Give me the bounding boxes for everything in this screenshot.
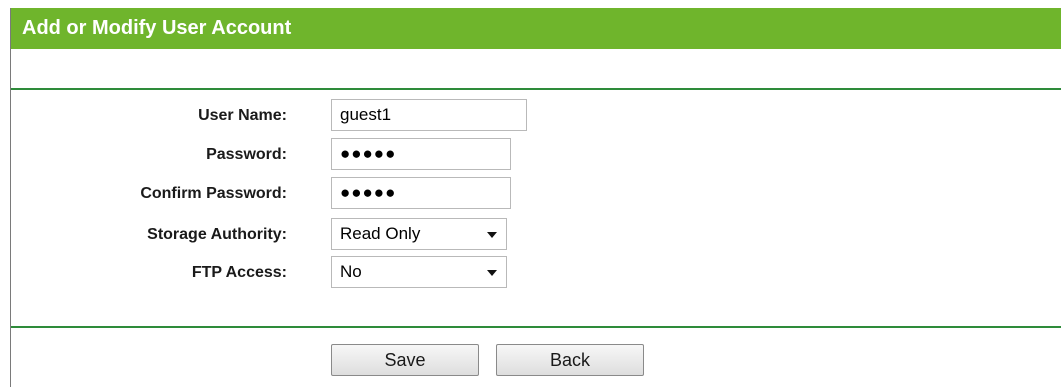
password-input[interactable]: ●●●●● — [331, 138, 511, 170]
password-label: Password: — [206, 146, 287, 163]
password-row: Password: ●●●●● — [11, 138, 611, 172]
back-button[interactable]: Back — [496, 344, 644, 376]
ftp-access-row: FTP Access: No — [11, 256, 611, 290]
user-name-row: User Name: guest1 — [11, 99, 611, 133]
storage-authority-row: Storage Authority: Read Only — [11, 218, 611, 252]
user-name-label: User Name: — [198, 107, 287, 124]
ftp-access-label: FTP Access: — [191, 264, 287, 281]
user-account-panel: Add or Modify User Account User Name: gu… — [10, 8, 1061, 387]
ftp-access-select[interactable]: No — [331, 256, 507, 288]
user-name-input[interactable]: guest1 — [331, 99, 527, 131]
divider-bottom — [11, 326, 1061, 328]
ftp-access-value: No — [340, 262, 362, 281]
save-button[interactable]: Save — [331, 344, 479, 376]
storage-authority-label: Storage Authority: — [147, 226, 287, 243]
chevron-down-icon — [487, 270, 497, 276]
confirm-password-row: Confirm Password: ●●●●● — [11, 177, 611, 211]
storage-authority-select[interactable]: Read Only — [331, 218, 507, 250]
confirm-password-input[interactable]: ●●●●● — [331, 177, 511, 209]
confirm-password-label: Confirm Password: — [140, 185, 287, 202]
page-title: Add or Modify User Account — [11, 8, 1061, 49]
chevron-down-icon — [487, 232, 497, 238]
storage-authority-value: Read Only — [340, 224, 421, 243]
divider-top — [11, 88, 1061, 90]
